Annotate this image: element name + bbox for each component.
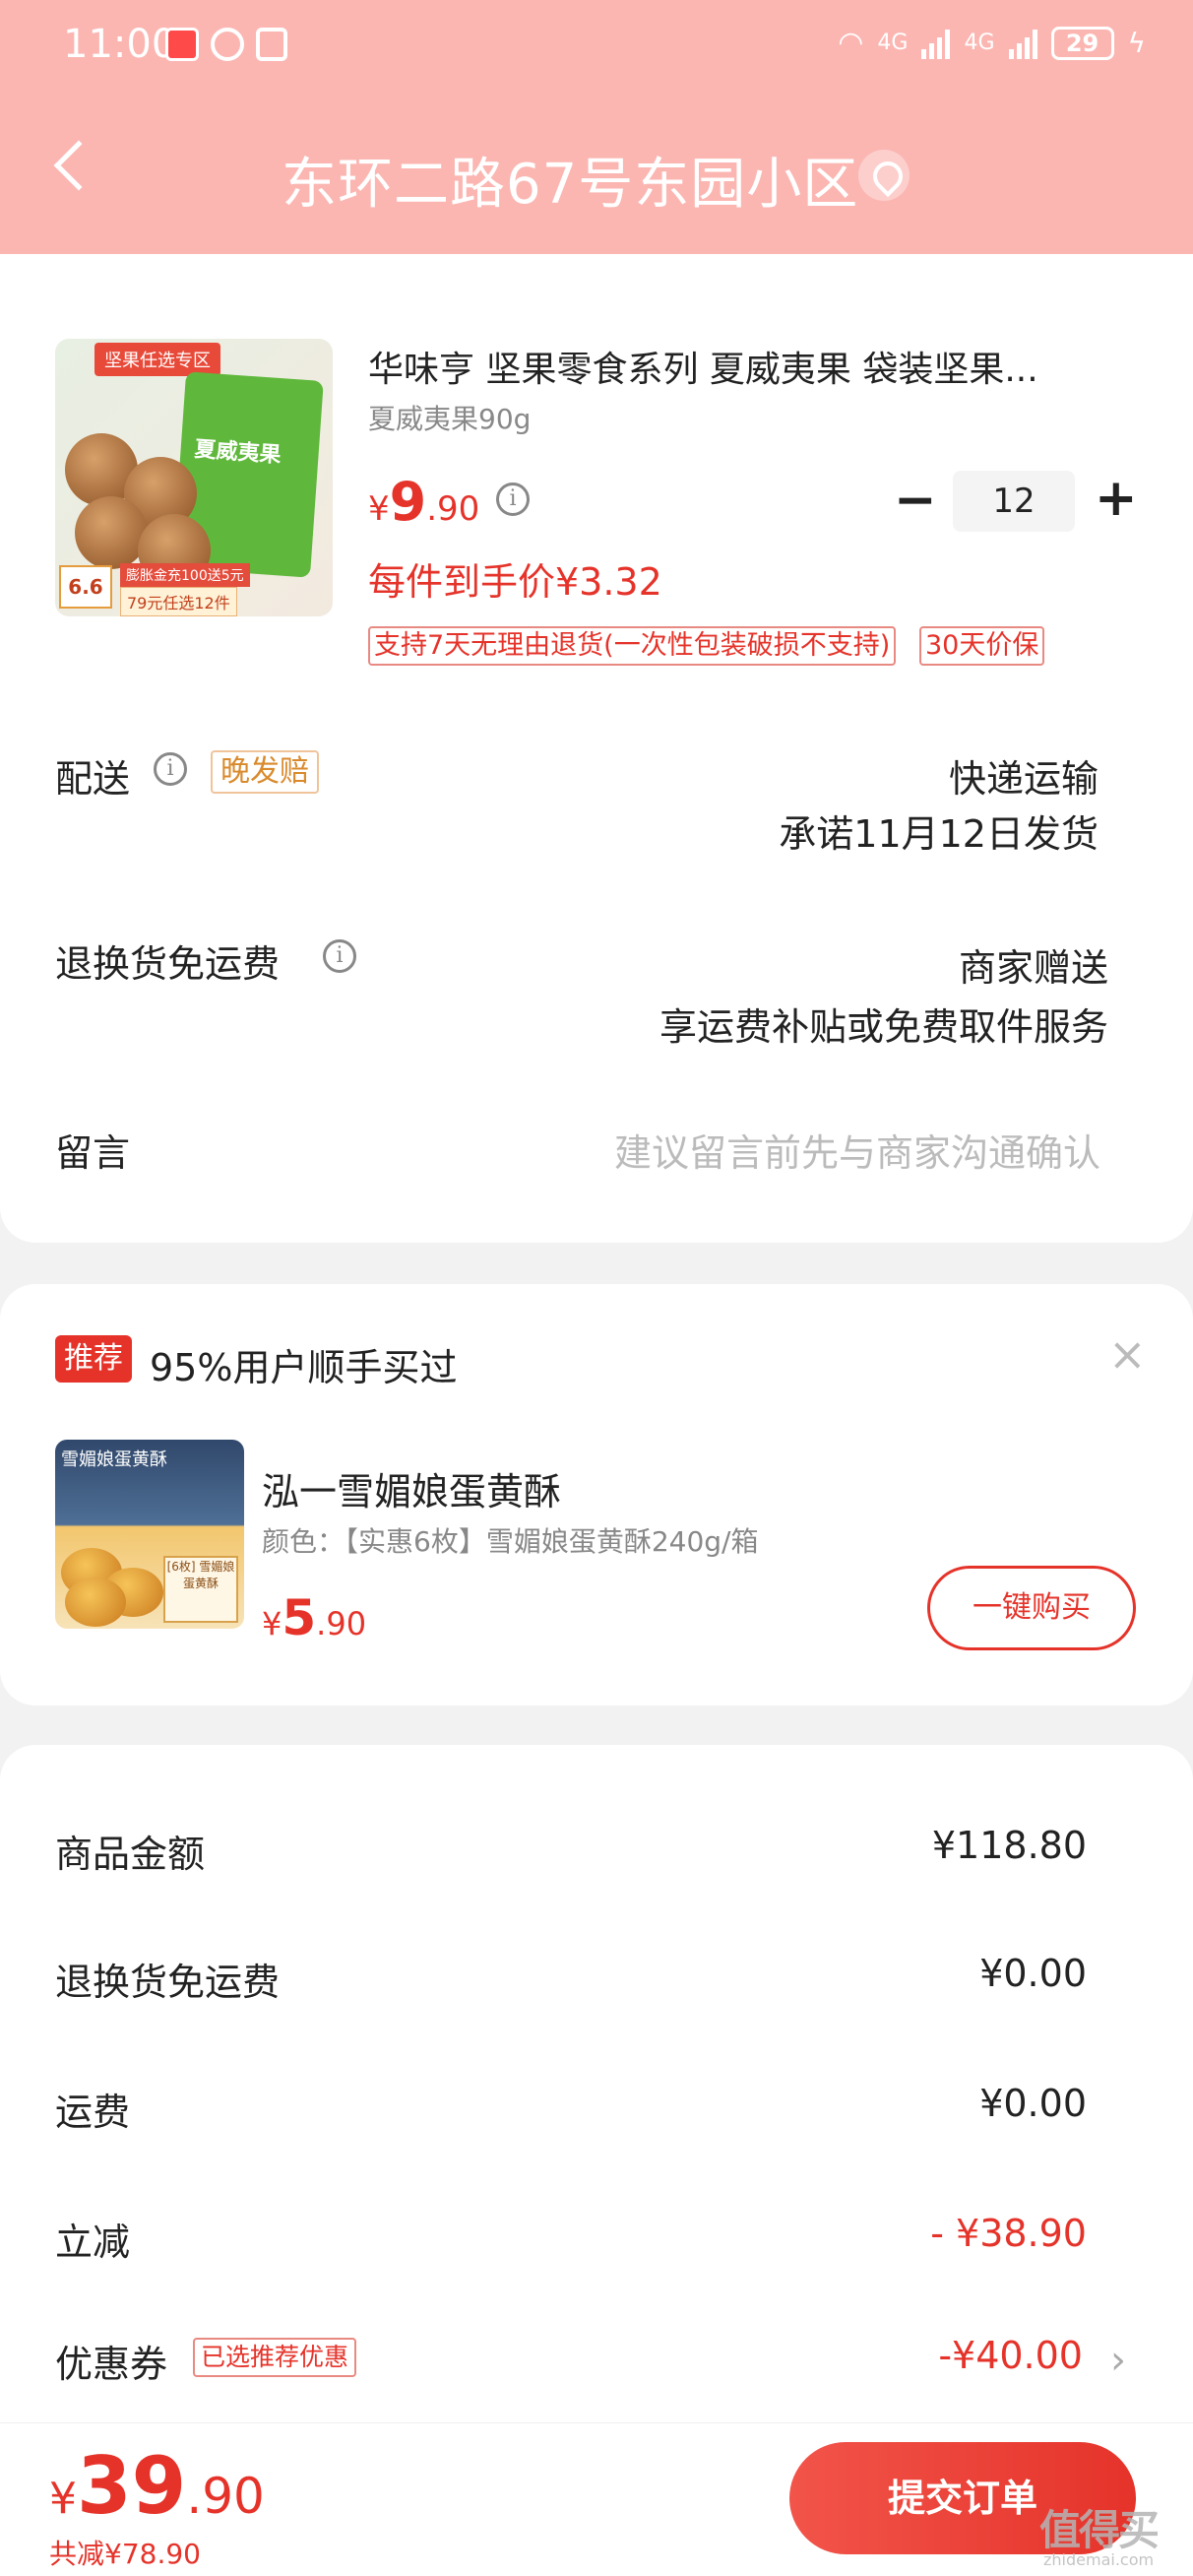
- status-right: ◠ 4G 4G 29 ϟ: [838, 26, 1146, 60]
- recommend-price-currency: ¥: [262, 1605, 283, 1642]
- recommend-tag: 推荐: [55, 1335, 132, 1383]
- charging-icon: ϟ: [1127, 27, 1146, 59]
- coupon-value[interactable]: -¥40.00: [938, 2334, 1083, 2377]
- discount-value: - ¥38.90: [930, 2212, 1087, 2255]
- price-info-icon[interactable]: i: [496, 483, 530, 516]
- return-policy-tag: 支持7天无理由退货(一次性包装破损不支持): [368, 626, 897, 666]
- summary-value: ¥118.80: [931, 1824, 1087, 1867]
- cake-shape: [65, 1578, 126, 1627]
- coupon-label[interactable]: 优惠券: [55, 2334, 167, 2388]
- network-label-2: 4G: [964, 31, 995, 55]
- product-package-text: 夏威夷果: [193, 437, 283, 469]
- recommend-price: ¥5.90: [262, 1589, 366, 1646]
- close-icon[interactable]: ×: [1108, 1327, 1147, 1381]
- unit-price: 每件到手价¥3.32: [368, 560, 662, 604]
- delivery-info-icon[interactable]: i: [154, 752, 187, 786]
- one-click-buy-button[interactable]: 一键购买: [927, 1566, 1136, 1650]
- recommend-image-box: [6枚] 雪媚娘蛋黄酥: [163, 1556, 238, 1623]
- total-price: ¥39.90: [49, 2440, 265, 2532]
- status-time: 11:00: [63, 22, 177, 67]
- speed-icon: [211, 28, 244, 61]
- nfc-icon: [256, 28, 287, 61]
- recommend-title: 95%用户顺手买过: [150, 1346, 458, 1389]
- return-shipping-line1: 商家赠送: [958, 946, 1108, 990]
- return-shipping-info-icon[interactable]: i: [323, 939, 356, 973]
- delivery-label: 配送: [55, 757, 131, 801]
- delivery-method[interactable]: 快递运输: [949, 748, 1099, 803]
- delivery-address[interactable]: 东环二路67号东园小区: [282, 140, 858, 220]
- notification-icons: [165, 28, 287, 61]
- signal-icon-2: [1008, 28, 1037, 59]
- return-shipping-label: 退换货免运费: [55, 942, 281, 986]
- header: 11:00 ◠ 4G 4G 29 ϟ 东环二路67号东园小区: [0, 0, 1193, 254]
- recommend-name[interactable]: 泓一雪媚娘蛋黄酥: [262, 1461, 561, 1515]
- price-protect-tag: 30天价保: [919, 626, 1045, 666]
- recommend-price-decimal: .90: [316, 1605, 367, 1642]
- recommend-image[interactable]: 雪媚娘蛋黄酥 [6枚] 雪媚娘蛋黄酥: [55, 1440, 244, 1629]
- quantity-increase-button[interactable]: +: [1095, 473, 1138, 524]
- watermark-logo: 值得买: [1039, 2506, 1160, 2554]
- promo-text-1: 膨胀金充100送5元: [120, 563, 250, 587]
- signal-icon: [921, 28, 951, 59]
- product-price: ¥9.90: [368, 471, 479, 533]
- nut-shape: [75, 496, 148, 569]
- product-image[interactable]: 坚果任选专区 夏威夷果 6.6 膨胀金充100送5元 79元任选12件: [55, 339, 333, 616]
- delivery-promise: 承诺11月12日发货: [779, 812, 1099, 856]
- message-label: 留言: [55, 1131, 131, 1175]
- recommend-image-title: 雪媚娘蛋黄酥: [61, 1449, 167, 1470]
- watermark-url: zhidemai.com: [1043, 2550, 1155, 2569]
- battery-icon: 29: [1050, 26, 1114, 60]
- product-image-tag: 坚果任选专区: [94, 343, 220, 376]
- price-integer: 9: [389, 471, 427, 533]
- summary-value: ¥0.00: [979, 1952, 1087, 1995]
- summary-label: 运费: [55, 2091, 131, 2134]
- location-pin-icon[interactable]: [858, 150, 910, 201]
- recommend-price-integer: 5: [282, 1589, 317, 1646]
- summary-value: ¥0.00: [979, 2082, 1087, 2125]
- message-input[interactable]: 建议留言前先与商家沟通确认: [614, 1123, 1100, 1177]
- wifi-icon: ◠: [838, 26, 864, 60]
- summary-label: 商品金额: [55, 1833, 206, 1876]
- status-bar: 11:00 ◠ 4G 4G 29 ϟ: [0, 0, 1193, 95]
- back-button[interactable]: [53, 140, 104, 191]
- quantity-decrease-button[interactable]: −: [894, 475, 937, 526]
- saved-amount: 共减¥78.90: [49, 2538, 201, 2570]
- summary-label: 立减: [55, 2221, 131, 2264]
- coupon-tag: 已选推荐优惠: [193, 2338, 357, 2377]
- chevron-right-icon[interactable]: ›: [1110, 2338, 1126, 2383]
- network-label-1: 4G: [877, 31, 909, 55]
- return-shipping-line2: 享运费补贴或免费取件服务: [659, 1005, 1108, 1049]
- price-currency: ¥: [368, 489, 390, 529]
- product-spec[interactable]: 夏威夷果90g: [368, 398, 531, 437]
- total-currency: ¥: [49, 2474, 77, 2524]
- red-packet-icon: [165, 28, 199, 61]
- quantity-input[interactable]: 12: [953, 471, 1075, 532]
- price-badge: 6.6: [59, 565, 112, 609]
- product-title[interactable]: 华味亨 坚果零食系列 夏威夷果 袋装坚果...: [368, 341, 1136, 392]
- summary-label: 退换货免运费: [55, 1961, 281, 2004]
- recommend-spec: 颜色：【实惠6枚】雪媚娘蛋黄酥240g/箱: [262, 1525, 759, 1558]
- total-integer: 39: [77, 2440, 187, 2532]
- promo-text-2: 79元任选12件: [120, 587, 237, 616]
- total-decimal: .90: [186, 2468, 265, 2525]
- price-decimal: .90: [426, 489, 480, 529]
- late-compensation-tag: 晚发赔: [211, 750, 319, 794]
